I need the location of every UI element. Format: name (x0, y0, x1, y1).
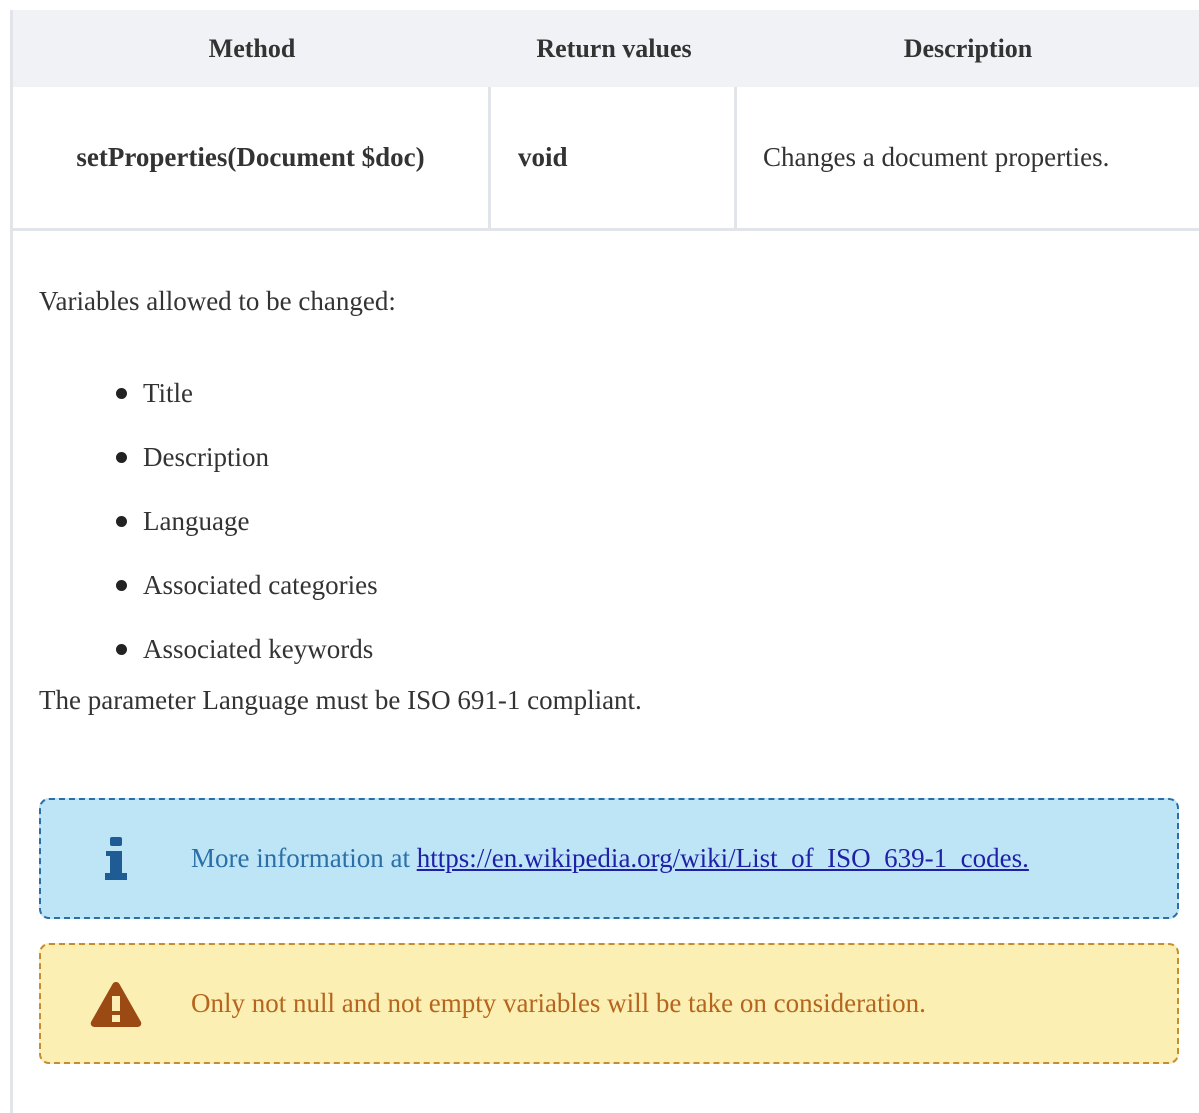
list-item-label: Title (143, 378, 194, 408)
header-description: Description (903, 33, 1033, 63)
table-header: Method Return values Description (13, 10, 1199, 87)
language-note: The parameter Language must be ISO 691-1… (39, 685, 642, 715)
bullet-icon (116, 452, 127, 463)
variables-list: Title Description Language Associated ca… (13, 377, 378, 697)
iso-639-link[interactable]: https://en.wikipedia.org/wiki/List_of_IS… (417, 843, 1029, 873)
list-item-label: Associated keywords (143, 634, 374, 664)
variables-intro: Variables allowed to be changed: (39, 286, 396, 316)
list-item-label: Description (143, 442, 269, 472)
list-item-label: Language (143, 506, 250, 536)
method-signature: setProperties(Document $doc) (13, 87, 491, 228)
bullet-icon (116, 516, 127, 527)
warning-icon (41, 980, 191, 1028)
header-return-values: Return values (536, 33, 692, 63)
bullet-icon (116, 644, 127, 655)
info-text: More information at (191, 843, 410, 873)
info-callout: More information at https://en.wikipedia… (39, 798, 1179, 919)
table-row: setProperties(Document $doc) void Change… (13, 87, 1199, 231)
list-item: Title (13, 377, 378, 441)
warning-text: Only not null and not empty variables wi… (191, 988, 926, 1018)
header-method: Method (208, 33, 296, 63)
list-item: Description (13, 441, 378, 505)
list-item: Associated categories (13, 569, 378, 633)
method-description: Changes a document properties. (763, 142, 1110, 172)
page: Method Return values Description setProp… (0, 0, 1199, 1113)
bullet-icon (116, 388, 127, 399)
info-icon (41, 836, 191, 881)
return-value: void (491, 87, 737, 228)
bullet-icon (116, 580, 127, 591)
info-callout-text: More information at https://en.wikipedia… (191, 843, 1029, 874)
warning-callout: Only not null and not empty variables wi… (39, 943, 1179, 1064)
list-item-label: Associated categories (143, 570, 378, 600)
list-item: Language (13, 505, 378, 569)
api-method-table: Method Return values Description setProp… (10, 10, 1199, 1113)
